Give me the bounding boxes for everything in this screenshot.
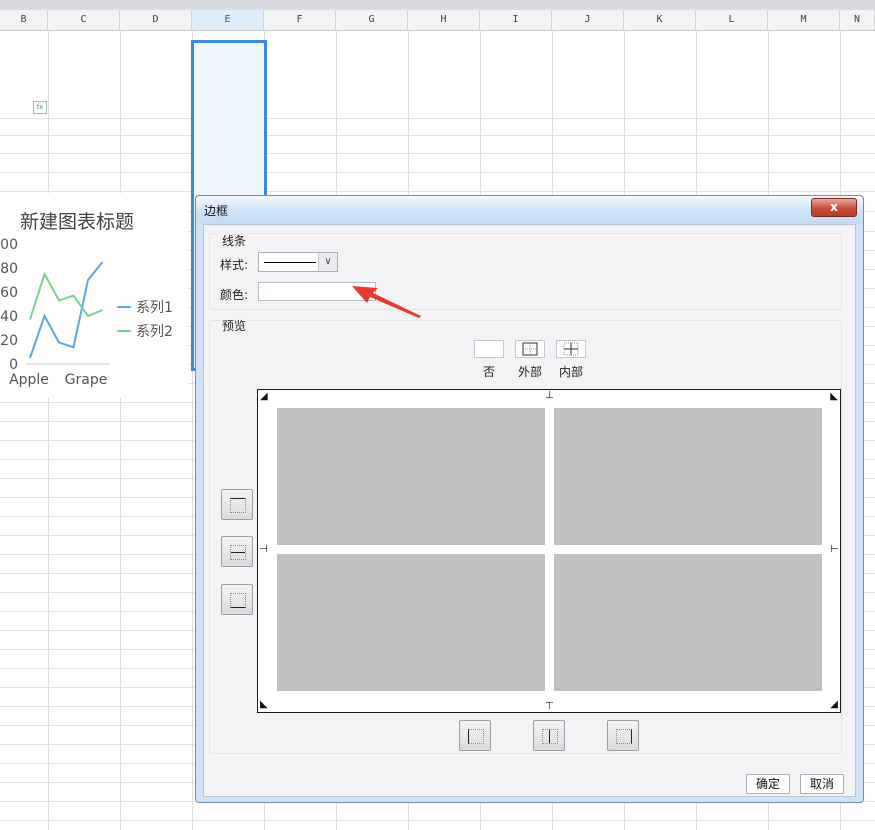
dialog-body: 线条 样式: ∨ 颜色: ∨ 预览 否 外部 内部 ◢ <box>203 224 856 797</box>
chevron-down-icon[interactable]: ∨ <box>318 253 337 271</box>
preset-inner-label: 内部 <box>558 365 583 379</box>
grid-column-line <box>120 31 121 830</box>
line-style-select[interactable]: ∨ <box>258 252 338 272</box>
corner-marker-icon: ◣ <box>260 699 268 710</box>
column-header-l[interactable]: L <box>696 10 768 30</box>
x-tick-label: Apple <box>9 372 49 388</box>
grid-column-line <box>48 31 49 830</box>
red-arrow-annotation-icon <box>352 286 421 318</box>
preset-none-label: 否 <box>482 365 495 379</box>
grid-row-line <box>0 191 875 192</box>
series-line-1 <box>29 261 104 359</box>
preset-outer-button[interactable] <box>515 340 545 358</box>
tick-marker-icon: ⊥ <box>545 390 554 401</box>
grid-row-line <box>0 820 875 821</box>
border-bottom-icon <box>230 593 246 608</box>
border-middle-horizontal-button[interactable] <box>221 536 253 567</box>
border-left-icon <box>468 729 484 744</box>
y-tick-label: 0 <box>9 357 18 373</box>
grid-row-line <box>0 172 875 173</box>
preview-cell-top-right <box>554 408 822 545</box>
preview-cell-bottom-right <box>554 554 822 691</box>
y-tick-label: 20 <box>0 333 18 349</box>
legend-label-1: 系列1 <box>136 300 173 316</box>
dialog-title: 边框 <box>204 204 229 218</box>
border-top-button[interactable] <box>221 489 253 520</box>
y-tick-label: 40 <box>0 309 18 325</box>
column-header-e[interactable]: E <box>192 10 264 30</box>
border-right-icon <box>616 729 632 744</box>
outer-border-icon <box>522 342 538 356</box>
border-center-icon <box>542 729 558 744</box>
column-header-m[interactable]: M <box>768 10 840 30</box>
chart-plot: 00 80 60 40 20 0Apple Grape 系列1 系列2 <box>0 237 173 388</box>
column-header-c[interactable]: C <box>48 10 120 30</box>
preset-inner-button[interactable] <box>556 340 586 358</box>
preview-cell-top-left <box>277 408 545 545</box>
column-header-h[interactable]: H <box>408 10 480 30</box>
border-bottom-button[interactable] <box>221 584 253 615</box>
border-preview[interactable]: ◢ ◣ ◣ ◢ ⊥ ⊤ ⊣ ⊢ <box>257 389 841 713</box>
column-header-g[interactable]: G <box>336 10 408 30</box>
column-header-f[interactable]: F <box>264 10 336 30</box>
column-header-d[interactable]: D <box>120 10 192 30</box>
grid-row-line <box>0 135 875 136</box>
tick-marker-icon: ⊢ <box>830 544 839 555</box>
close-button[interactable]: x <box>811 198 857 217</box>
style-label: 样式: <box>220 258 249 272</box>
preset-outer-label: 外部 <box>517 365 542 379</box>
grid-row-line <box>0 118 875 119</box>
comment-marker-icon[interactable]: fx <box>33 101 47 114</box>
y-tick-label: 60 <box>0 285 18 301</box>
x-tick-label: Grape <box>65 372 108 388</box>
line-style-solid-sample <box>264 262 316 263</box>
column-header-row: B C D E F G H I J K L M N <box>0 10 875 31</box>
legend-label-2: 系列2 <box>136 324 173 340</box>
preset-none-button[interactable] <box>474 340 504 358</box>
preview-cell-bottom-left <box>277 554 545 691</box>
tick-marker-icon: ⊤ <box>545 701 554 712</box>
color-label: 颜色: <box>220 288 249 302</box>
column-header-i[interactable]: I <box>480 10 552 30</box>
border-right-button[interactable] <box>607 720 639 751</box>
column-header-n[interactable]: N <box>840 10 875 30</box>
border-middle-icon <box>230 545 246 560</box>
column-header-b[interactable]: B <box>0 10 48 30</box>
y-tick-label: 80 <box>0 261 18 277</box>
inner-border-icon <box>563 342 579 356</box>
grid-row-line <box>0 153 875 154</box>
preview-group-label: 预览 <box>220 317 249 334</box>
series-line-2 <box>29 271 103 320</box>
corner-marker-icon: ◢ <box>260 391 268 402</box>
ok-button[interactable]: 确定 <box>746 774 790 794</box>
corner-marker-icon: ◣ <box>830 391 838 402</box>
column-header-k[interactable]: K <box>624 10 696 30</box>
corner-marker-icon: ◢ <box>830 699 838 710</box>
column-header-j[interactable]: J <box>552 10 624 30</box>
dialog-titlebar[interactable]: 边框 x <box>196 196 863 224</box>
border-dialog: 边框 x 线条 样式: ∨ 颜色: ∨ 预览 否 外部 内部 <box>195 195 864 803</box>
lines-group-label: 线条 <box>220 232 249 249</box>
border-middle-vertical-button[interactable] <box>533 720 565 751</box>
toolbar-strip <box>0 0 875 10</box>
border-left-button[interactable] <box>459 720 491 751</box>
border-top-icon <box>230 498 246 513</box>
y-tick-label: 00 <box>0 237 18 253</box>
cancel-button[interactable]: 取消 <box>800 774 844 794</box>
color-swatch <box>261 285 357 298</box>
tick-marker-icon: ⊣ <box>259 544 268 555</box>
line-chart[interactable]: 新建图表标题 00 80 60 40 20 0 Apple Grape 系列1 系列2 <box>0 193 188 398</box>
